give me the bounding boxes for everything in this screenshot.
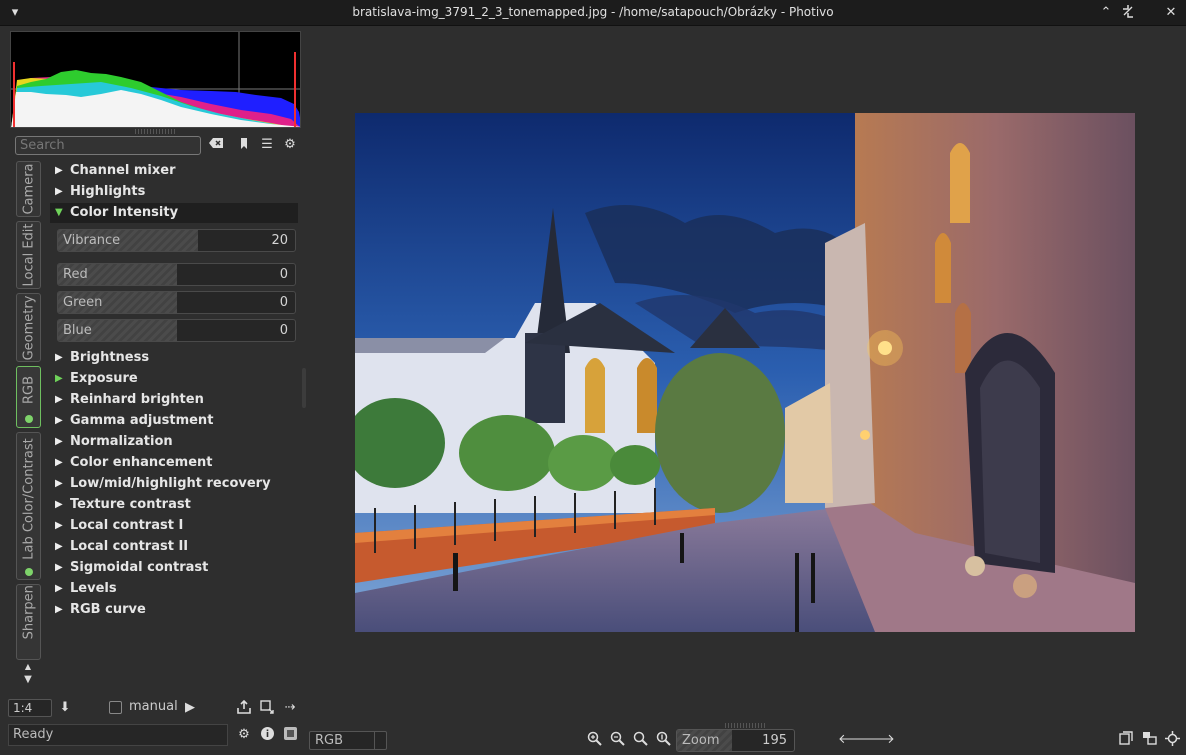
arrow-down-icon[interactable]: ⬇ (56, 699, 74, 717)
tool-texture-contrast[interactable]: ▶ Texture contrast (50, 495, 298, 515)
window-title: bratislava-img_3791_2_3_tonemapped.jpg -… (352, 5, 834, 19)
manual-label: manual (129, 699, 178, 714)
tool-normalization[interactable]: ▶ Normalization (50, 432, 298, 452)
tool-exposure[interactable]: ▶ Exposure (50, 369, 298, 389)
histogram-resize-grip[interactable] (135, 129, 175, 134)
expand-arrow-icon: ▶ (55, 562, 63, 573)
expand-arrow-icon: ▶ (55, 394, 63, 405)
tab-local-edit[interactable]: Local Edit (16, 221, 41, 289)
preview-resize-grip[interactable] (725, 723, 765, 728)
expand-arrow-icon: ▶ (55, 583, 63, 594)
expand-arrow-icon: ▶ (55, 604, 63, 615)
active-indicator-dot (25, 568, 33, 576)
clear-search-icon[interactable] (207, 137, 225, 153)
full-screen-icon[interactable] (1140, 731, 1158, 749)
tool-color-enhancement[interactable]: ▶ Color enhancement (50, 453, 298, 473)
settings-gear-icon[interactable]: ⚙ (235, 726, 253, 744)
zoom-in-icon[interactable] (585, 731, 603, 749)
vibrance-slider[interactable]: Vibrance 20 (57, 229, 296, 252)
select-divider (374, 732, 375, 749)
search-input[interactable]: Search (15, 136, 201, 155)
tab-geometry[interactable]: Geometry (16, 293, 41, 362)
status-text: Ready (8, 724, 228, 746)
expand-arrow-icon: ▶ (55, 436, 63, 447)
tool-rgb-curve[interactable]: ▶ RGB curve (50, 600, 298, 620)
expand-arrow-icon: ▶ (55, 499, 63, 510)
expand-arrow-icon: ▶ (55, 352, 63, 363)
green-slider[interactable]: Green 0 (57, 291, 296, 314)
tab-camera[interactable]: Camera (16, 161, 41, 217)
tool-highlights[interactable]: ▶ Highlights (50, 182, 298, 202)
tab-rgb[interactable]: RGB (16, 366, 41, 428)
tool-brightness[interactable]: ▶ Brightness (50, 348, 298, 368)
tool-reinhard-brighten[interactable]: ▶ Reinhard brighten (50, 390, 298, 410)
tab-sharpen-noise[interactable]: Sharpen/Noise (16, 584, 41, 660)
active-indicator-dot (25, 415, 33, 423)
list-view-icon[interactable]: ☰ (258, 137, 276, 153)
minimize-icon[interactable]: ⌃ (1097, 4, 1115, 22)
title-bar: ▾ bratislava-img_3791_2_3_tonemapped.jpg… (0, 0, 1186, 26)
zoom-slider[interactable]: Zoom 195 (676, 729, 795, 752)
blue-slider[interactable]: Blue 0 (57, 319, 296, 342)
tool-sigmoidal-contrast[interactable]: ▶ Sigmoidal contrast (50, 558, 298, 578)
zoom-fit-icon[interactable] (631, 731, 649, 749)
export-icon[interactable] (235, 699, 253, 717)
tool-gamma-adjustment[interactable]: ▶ Gamma adjustment (50, 411, 298, 431)
expand-arrow-icon: ▶ (55, 373, 63, 384)
channel-select[interactable]: RGB (309, 731, 387, 750)
run-pipe-icon[interactable]: ▶ (181, 699, 199, 717)
previous-image-icon[interactable]: 🡐 (838, 731, 873, 749)
photivo-logo-icon[interactable] (281, 726, 299, 744)
expand-arrow-icon: ▶ (55, 415, 63, 426)
collapse-arrow-icon: ▼ (55, 207, 63, 218)
close-icon[interactable]: ✕ (1162, 4, 1180, 22)
save-settings-icon[interactable] (258, 699, 276, 717)
tool-panel-scroll-handle[interactable] (302, 368, 306, 408)
expand-arrow-icon: ▶ (55, 520, 63, 531)
tool-channel-mixer[interactable]: ▶ Channel mixer (50, 161, 298, 181)
tool-low-mid-highlight-recovery[interactable]: ▶ Low/mid/highlight recovery (50, 474, 298, 494)
tool-local-contrast-2[interactable]: ▶ Local contrast II (50, 537, 298, 557)
bookmark-icon[interactable] (235, 137, 253, 153)
tab-lab-color-contrast[interactable]: Lab Color/Contrast (16, 432, 41, 580)
expand-arrow-icon: ▶ (55, 457, 63, 468)
tabs-scroll-down-icon[interactable]: ▼ (19, 674, 37, 686)
photo-preview[interactable] (355, 113, 1135, 632)
tool-levels[interactable]: ▶ Levels (50, 579, 298, 599)
red-slider[interactable]: Red 0 (57, 263, 296, 286)
expand-arrow-icon: ▶ (55, 478, 63, 489)
info-icon[interactable] (258, 726, 276, 744)
histogram (10, 31, 301, 128)
compare-icon[interactable] (1117, 731, 1135, 749)
more-actions-icon[interactable]: ⇢ (281, 699, 299, 717)
expand-arrow-icon: ▶ (55, 186, 63, 197)
next-image-icon[interactable]: 🡒 (860, 731, 895, 749)
manual-checkbox[interactable] (109, 701, 122, 714)
expand-arrow-icon: ▶ (55, 165, 63, 176)
batch-processing-icon[interactable] (1163, 731, 1181, 749)
zoom-out-icon[interactable] (608, 731, 626, 749)
tabs-scroll-up-icon[interactable]: ▲ (19, 662, 37, 672)
zoom-100-icon[interactable] (654, 731, 672, 749)
pipe-size-select[interactable]: 1:4 (8, 699, 52, 717)
restore-icon[interactable] (1119, 4, 1137, 22)
tool-color-intensity[interactable]: ▼ Color Intensity (50, 203, 298, 223)
settings-gear-icon[interactable]: ⚙ (281, 137, 299, 153)
expand-arrow-icon: ▶ (55, 541, 63, 552)
tool-local-contrast-1[interactable]: ▶ Local contrast I (50, 516, 298, 536)
